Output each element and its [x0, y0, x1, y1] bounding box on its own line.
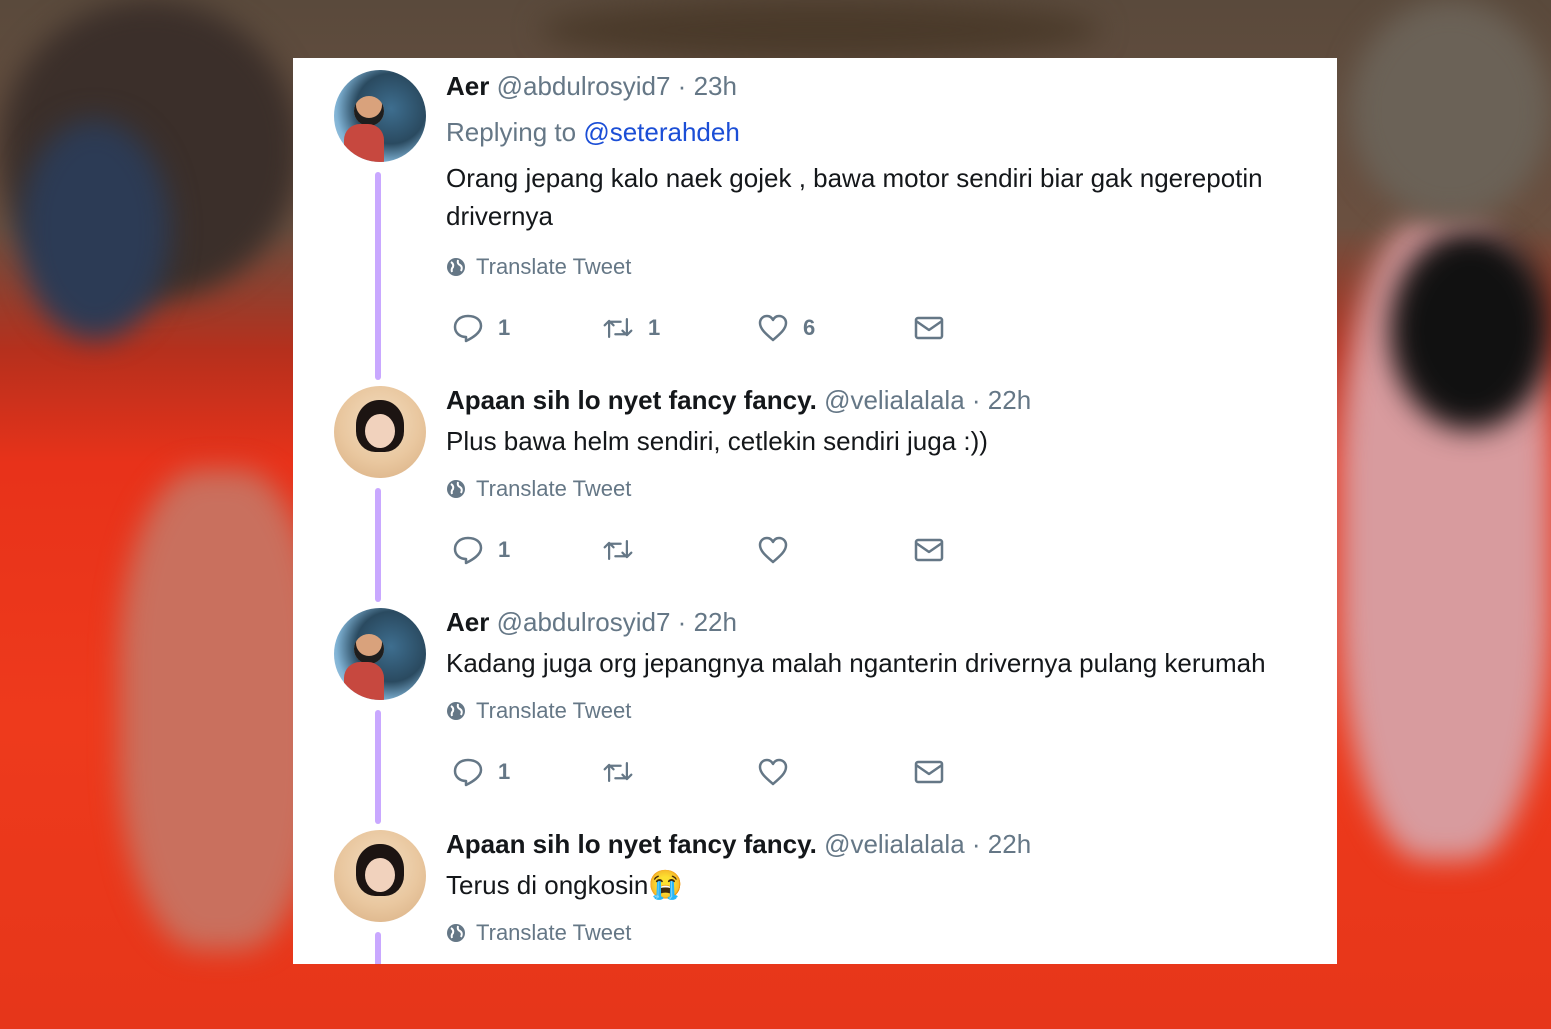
thread-line — [375, 488, 381, 602]
like-icon — [758, 758, 788, 786]
tweet-text: Terus di ongkosin😭 — [446, 866, 1316, 904]
timestamp[interactable]: 22h — [988, 385, 1031, 415]
tweet[interactable]: Aer @abdulrosyid7 · 22h Kadang juga org … — [293, 602, 1337, 824]
background-shape — [540, 0, 1100, 60]
reply-icon — [453, 536, 483, 565]
reply-count: 1 — [498, 759, 511, 784]
direct-message-button[interactable] — [913, 755, 945, 789]
translate-tweet-link[interactable]: Translate Tweet — [446, 918, 631, 948]
display-name[interactable]: Apaan sih lo nyet fancy fancy. — [446, 385, 817, 415]
avatar[interactable] — [334, 386, 426, 478]
tweet[interactable]: Aer @abdulrosyid7 · 23h Replying to @set… — [293, 58, 1337, 380]
display-name[interactable]: Apaan sih lo nyet fancy fancy. — [446, 829, 817, 859]
background-shape — [1390, 230, 1551, 430]
like-button[interactable] — [757, 755, 789, 789]
translate-label: Translate Tweet — [476, 254, 632, 279]
tweet-header: Apaan sih lo nyet fancy fancy. @velialal… — [446, 827, 1031, 861]
separator: · — [971, 829, 981, 859]
dm-icon — [914, 760, 944, 784]
timestamp[interactable]: 22h — [694, 607, 737, 637]
background-shape — [20, 120, 170, 340]
direct-message-button[interactable] — [913, 533, 945, 567]
dm-icon — [914, 316, 944, 340]
tweet-header: Aer @abdulrosyid7 · 23h — [446, 69, 737, 103]
tweet-text: Plus bawa helm sendiri, cetlekin sendiri… — [446, 426, 988, 456]
avatar[interactable] — [334, 608, 426, 700]
translate-tweet-link[interactable]: Translate Tweet — [446, 474, 631, 504]
separator: · — [677, 71, 687, 101]
replying-label: Replying to — [446, 117, 577, 147]
translate-label: Translate Tweet — [476, 698, 632, 723]
like-count: 6 — [803, 315, 816, 340]
direct-message-button[interactable] — [913, 311, 945, 345]
display-name[interactable]: Aer — [446, 71, 489, 101]
user-handle[interactable]: @velialalala — [824, 829, 965, 859]
retweet-button[interactable] — [602, 533, 634, 567]
reply-button[interactable]: 1 — [452, 755, 510, 789]
mention-link[interactable]: @seterahdeh — [583, 117, 740, 147]
thread-line — [375, 710, 381, 824]
reply-icon — [453, 758, 483, 787]
like-icon — [758, 536, 788, 564]
retweet-icon — [603, 762, 633, 782]
tweet-text: Kadang juga org jepangnya malah nganteri… — [446, 648, 1266, 678]
crying-face-emoji: 😭 — [648, 869, 684, 900]
translate-tweet-link[interactable]: Translate Tweet — [446, 696, 631, 726]
retweet-button[interactable]: 1 — [602, 311, 660, 345]
globe-icon — [447, 702, 465, 720]
retweet-button[interactable] — [602, 755, 634, 789]
replying-to: Replying to @seterahdeh — [446, 115, 740, 149]
user-handle[interactable]: @velialalala — [824, 385, 965, 415]
tweet[interactable]: Apaan sih lo nyet fancy fancy. @velialal… — [293, 824, 1337, 964]
thread-line — [375, 932, 381, 964]
tweet[interactable]: Apaan sih lo nyet fancy fancy. @velialal… — [293, 380, 1337, 602]
tweet-text-content: Terus di ongkosin — [446, 870, 649, 900]
reply-count: 1 — [498, 537, 511, 562]
globe-icon — [447, 258, 465, 276]
display-name[interactable]: Aer — [446, 607, 489, 637]
avatar[interactable] — [334, 830, 426, 922]
globe-icon — [447, 924, 465, 942]
user-handle[interactable]: @abdulrosyid7 — [497, 607, 671, 637]
translate-tweet-link[interactable]: Translate Tweet — [446, 252, 631, 282]
reply-count: 1 — [498, 315, 511, 340]
translate-label: Translate Tweet — [476, 476, 632, 501]
separator: · — [971, 385, 981, 415]
like-button[interactable] — [757, 533, 789, 567]
globe-icon — [447, 480, 465, 498]
translate-label: Translate Tweet — [476, 920, 632, 945]
dm-icon — [914, 538, 944, 562]
reply-button[interactable]: 1 — [452, 533, 510, 567]
retweet-icon — [603, 540, 633, 560]
user-handle[interactable]: @abdulrosyid7 — [497, 71, 671, 101]
retweet-icon — [603, 318, 633, 338]
avatar[interactable] — [334, 70, 426, 162]
tweet-header: Aer @abdulrosyid7 · 22h — [446, 605, 737, 639]
like-button[interactable]: 6 — [757, 311, 815, 345]
tweet-text: Orang jepang kalo naek gojek , bawa moto… — [446, 163, 1263, 231]
thread-line — [375, 172, 381, 380]
separator: · — [677, 607, 687, 637]
timestamp[interactable]: 22h — [988, 829, 1031, 859]
tweet-thread-card: Aer @abdulrosyid7 · 23h Replying to @set… — [293, 58, 1337, 964]
background-shape — [120, 470, 320, 950]
retweet-count: 1 — [648, 315, 661, 340]
tweet-header: Apaan sih lo nyet fancy fancy. @velialal… — [446, 383, 1031, 417]
background-shape — [1350, 0, 1551, 220]
reply-button[interactable]: 1 — [452, 311, 510, 345]
reply-icon — [453, 314, 483, 343]
like-icon — [758, 314, 788, 342]
timestamp[interactable]: 23h — [694, 71, 737, 101]
